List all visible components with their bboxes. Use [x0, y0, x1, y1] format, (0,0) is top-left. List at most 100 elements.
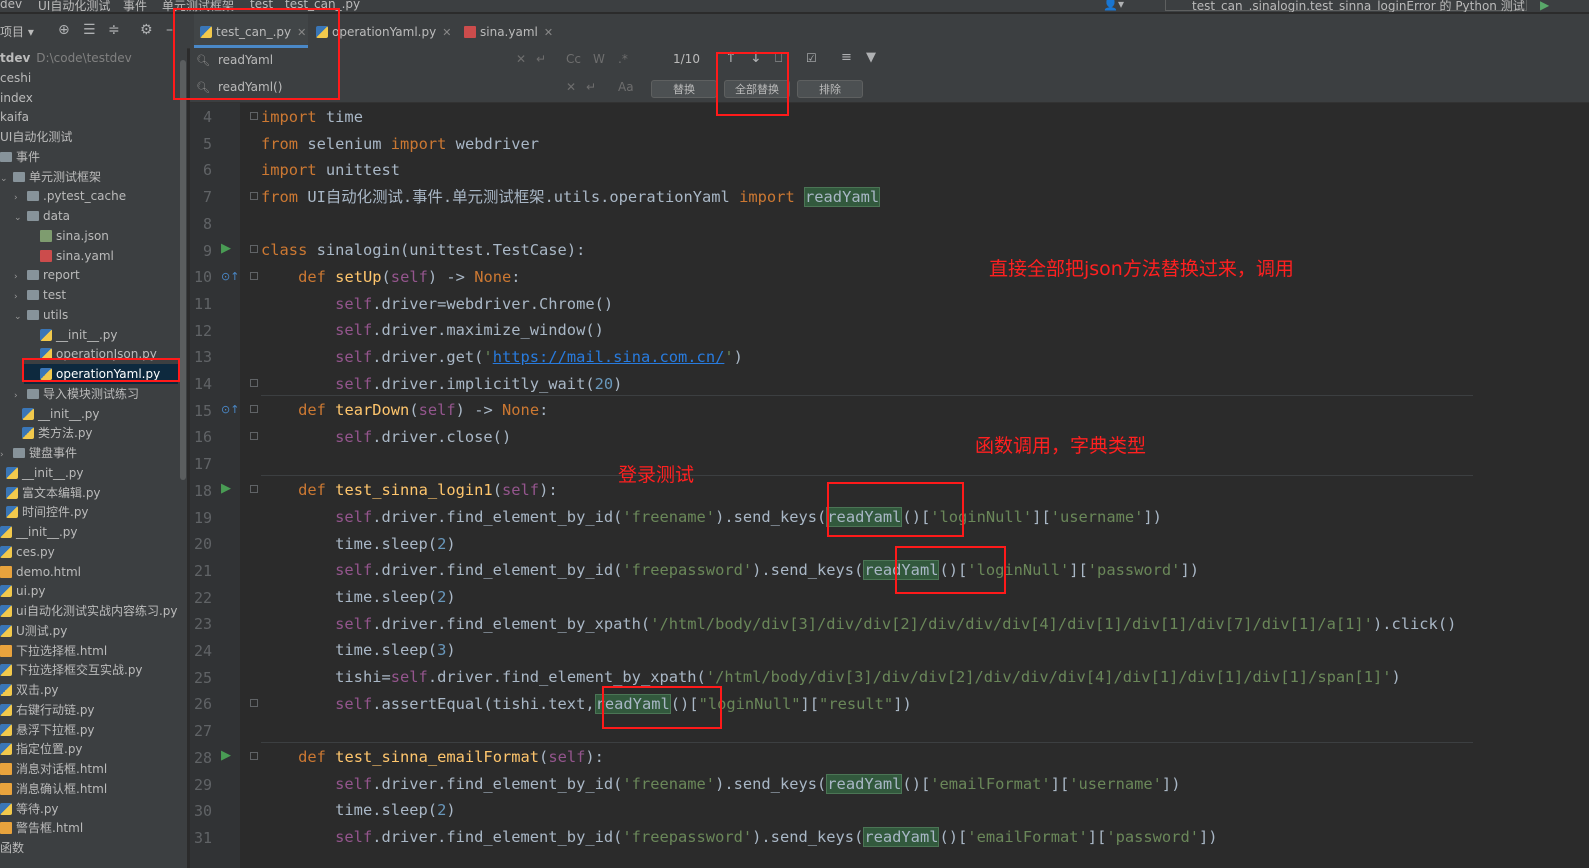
tree-item[interactable]: › test: [0, 285, 178, 305]
tree-item[interactable]: › 导入模块测试练习: [0, 384, 178, 404]
tree-item-label: 单元测试框架: [29, 169, 102, 184]
replace-button[interactable]: 替换: [651, 80, 717, 98]
tree-item[interactable]: ⌄ 单元测试框架: [0, 167, 178, 187]
multiline-icon[interactable]: ≡: [841, 50, 852, 65]
close-icon[interactable]: ✕: [442, 26, 451, 39]
breadcrumb-item[interactable]: UI自动化测试: [38, 0, 110, 12]
tree-item[interactable]: 悬浮下拉框.py: [0, 720, 178, 740]
hide-icon[interactable]: –: [166, 22, 173, 38]
fold-marker[interactable]: [250, 699, 258, 707]
user-icon[interactable]: 👤▾: [1103, 0, 1124, 11]
run-icon[interactable]: ▶: [221, 481, 231, 496]
tree-item[interactable]: 警告框.html: [0, 818, 178, 838]
scrollbar-thumb[interactable]: [180, 60, 186, 480]
override-icon[interactable]: ⊙↑: [221, 403, 239, 416]
tree-item[interactable]: 函数: [0, 838, 178, 858]
tree-item[interactable]: 事件: [0, 147, 178, 167]
fold-marker[interactable]: [250, 432, 258, 440]
tab-sina-yaml[interactable]: sina.yaml ✕: [458, 14, 562, 48]
tree-item[interactable]: 双击.py: [0, 680, 178, 700]
locate-icon[interactable]: ⊕: [58, 22, 70, 38]
tree-item[interactable]: 指定位置.py: [0, 739, 178, 759]
tree-item[interactable]: › .pytest_cache: [0, 186, 178, 206]
filter-options-icon[interactable]: ☑: [806, 51, 817, 65]
tree-item[interactable]: 消息对话框.html: [0, 759, 178, 779]
tree-item[interactable]: __init__.py: [0, 463, 178, 483]
whole-word-toggle[interactable]: W: [593, 52, 605, 66]
tree-item[interactable]: __init__.py: [0, 325, 178, 345]
tree-item[interactable]: ces.py: [0, 542, 178, 562]
breadcrumb-item[interactable]: 事件: [123, 0, 147, 12]
tree-item-label: ceshi: [0, 70, 32, 85]
tree-item[interactable]: › report: [0, 265, 178, 285]
code-line: time.sleep(2): [335, 588, 456, 606]
run-icon[interactable]: ▶: [221, 241, 231, 256]
tree-item[interactable]: 下拉选择框.html: [0, 641, 178, 661]
clear-icon[interactable]: ✕: [566, 80, 576, 94]
run-icon[interactable]: ▶: [221, 748, 231, 763]
fold-marker[interactable]: [250, 485, 258, 493]
tree-item[interactable]: demo.html: [0, 562, 178, 582]
tree-item[interactable]: 时间控件.py: [0, 502, 178, 522]
tree-item[interactable]: index: [0, 88, 178, 108]
override-icon[interactable]: ⊙↑: [221, 270, 239, 283]
tree-item-label: 导入模块测试练习: [43, 386, 140, 401]
gear-icon[interactable]: ⚙: [140, 22, 153, 38]
code-line: self.driver.find_element_by_id('freepass…: [335, 560, 1199, 580]
run-icon[interactable]: ▶: [1540, 0, 1549, 12]
tree-item[interactable]: › 键盘事件: [0, 443, 178, 463]
line-number: 14: [193, 375, 212, 393]
match-case-toggle[interactable]: Cc: [566, 52, 581, 66]
tree-item-label: 下拉选择框.html: [16, 643, 108, 658]
tree-item[interactable]: 类方法.py: [0, 423, 178, 443]
fold-marker[interactable]: [250, 379, 258, 387]
tree-item[interactable]: sina.json: [0, 226, 178, 246]
tree-item[interactable]: ⌄ data: [0, 206, 178, 226]
close-icon[interactable]: ✕: [544, 26, 553, 39]
tree-item-label: 下拉选择框交互实战.py: [16, 663, 143, 678]
expand-all-icon[interactable]: ☰: [83, 22, 96, 38]
clear-icon[interactable]: ✕: [516, 52, 526, 66]
fold-marker[interactable]: [250, 752, 258, 760]
fold-marker[interactable]: [250, 192, 258, 200]
tree-item[interactable]: 富文本编辑.py: [0, 483, 178, 503]
annotation-box: [716, 52, 789, 116]
tree-item[interactable]: tdev D:\code\testdev: [0, 48, 178, 68]
collapse-all-icon[interactable]: ≑: [108, 22, 120, 38]
filter-icon[interactable]: ▼: [866, 50, 876, 65]
tree-item[interactable]: 消息确认框.html: [0, 779, 178, 799]
exclude-button[interactable]: 排除: [797, 80, 863, 98]
folder-icon: [27, 309, 39, 320]
breadcrumb-item[interactable]: dev: [0, 0, 22, 11]
code-line: import unittest: [261, 161, 401, 179]
code-line: def test_sinna_emailFormat(self):: [298, 748, 604, 766]
newline-icon[interactable]: ↵: [536, 52, 546, 66]
python-file-icon: [0, 703, 12, 716]
fold-marker[interactable]: [250, 405, 258, 413]
tree-item[interactable]: UI自动化测试: [0, 127, 178, 147]
tree-item[interactable]: ui自动化测试实战内容练习.py: [0, 601, 178, 621]
project-view-label[interactable]: 项目 ▾: [0, 23, 34, 40]
tree-item[interactable]: __init__.py: [0, 404, 178, 424]
run-configuration-select[interactable]: test_can_.sinalogin.test_sinna_loginErro…: [1165, 0, 1527, 12]
tree-item[interactable]: 下拉选择框交互实战.py: [0, 660, 178, 680]
folder-icon: [27, 191, 39, 202]
tree-item[interactable]: ⌄ utils: [0, 305, 178, 325]
tree-item[interactable]: sina.yaml: [0, 246, 178, 266]
fold-marker[interactable]: [250, 245, 258, 253]
tree-item[interactable]: __init__.py: [0, 522, 178, 542]
newline-icon[interactable]: ↵: [586, 80, 596, 94]
fold-marker[interactable]: [250, 112, 258, 120]
fold-marker[interactable]: [250, 272, 258, 280]
tree-item[interactable]: 右键行动链.py: [0, 700, 178, 720]
tree-item[interactable]: ceshi: [0, 68, 178, 88]
regex-toggle[interactable]: .*: [618, 52, 628, 66]
tree-item[interactable]: 等待.py: [0, 799, 178, 819]
preserve-case-toggle[interactable]: Aa: [618, 80, 634, 94]
tree-item[interactable]: ui.py: [0, 581, 178, 601]
code-line: class sinalogin(unittest.TestCase):: [261, 241, 586, 259]
line-number: 6: [202, 161, 212, 180]
tree-item[interactable]: kaifa: [0, 107, 178, 127]
tree-item[interactable]: U测试.py: [0, 621, 178, 641]
line-number: 23: [193, 615, 212, 634]
